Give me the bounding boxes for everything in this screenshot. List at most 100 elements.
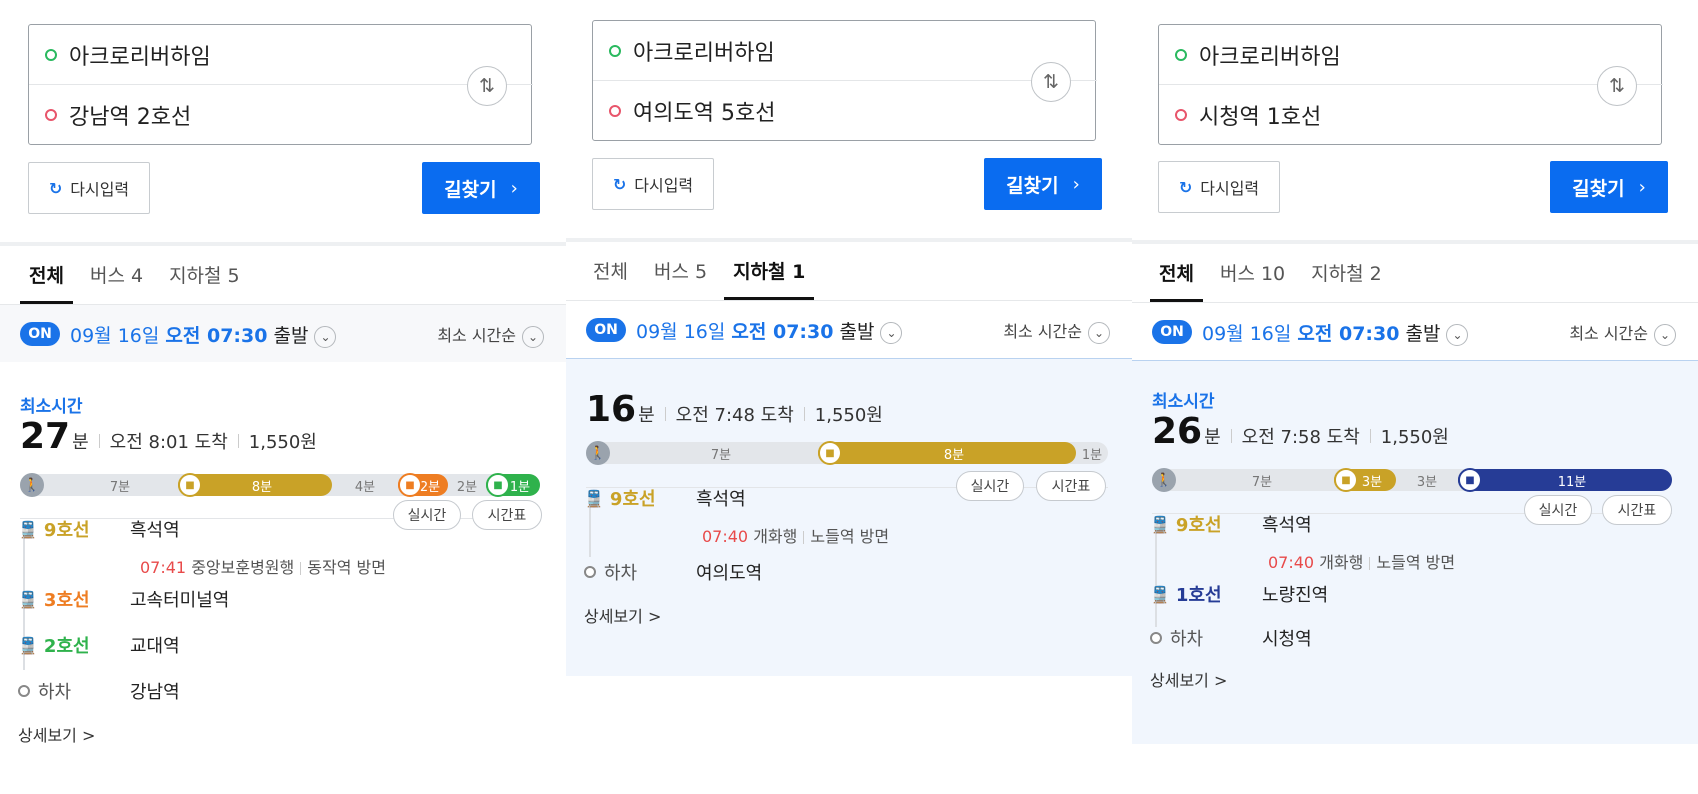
departure-time-selector[interactable]: 09월 16일 오전 07:30 출발 ⌄ — [70, 321, 337, 348]
departure-time-selector[interactable]: 09월 16일 오전 07:30 출발 ⌄ — [1202, 319, 1469, 346]
tab-bus[interactable]: 버스 4 — [81, 248, 152, 304]
station-name: 흑석역 — [696, 489, 746, 510]
refresh-icon: ↻ — [612, 174, 627, 194]
tab-bus[interactable]: 버스 10 — [1211, 246, 1294, 302]
swap-vertical-icon[interactable]: ⇅ — [1597, 66, 1637, 106]
time-text: 오전 07:30 — [731, 321, 834, 343]
route-result[interactable]: 16 분 오전 7:48 도착 1,550원 🚶 7분 ■ 8분 1분 🚆 9호선… — [566, 358, 1132, 676]
line-label: 2호선 — [43, 636, 90, 657]
timetable-button[interactable]: 시간표 — [1036, 471, 1106, 501]
section-separator — [0, 242, 566, 246]
subway-icon: 🚆 — [18, 519, 38, 539]
timetable-button[interactable]: 시간표 — [1602, 495, 1672, 525]
tab-all[interactable]: 전체 — [1150, 246, 1203, 302]
tab-bus[interactable]: 버스 5 — [645, 244, 716, 300]
input-divider — [29, 84, 533, 85]
route-summary: 16 분 오전 7:48 도착 1,550원 — [586, 389, 883, 430]
walk-duration: 2분 — [456, 479, 478, 495]
tab-all[interactable]: 전체 — [20, 248, 73, 304]
train-direction: 동작역 방면 — [307, 558, 386, 577]
end-dot-icon — [609, 105, 621, 117]
chevron-down-icon: ⌄ — [1654, 323, 1676, 346]
segment-line9: ■ 8분 — [178, 473, 332, 497]
tab-bar: 전체 버스 4 지하철 5 — [20, 248, 257, 304]
station-name: 강남역 — [130, 682, 180, 703]
reset-button[interactable]: ↻ 다시입력 — [592, 158, 714, 210]
time-text: 오전 07:30 — [1297, 323, 1400, 345]
timetable-button[interactable]: 시간표 — [472, 500, 542, 530]
walk-icon: 🚶 — [586, 441, 610, 465]
fastest-label: 최소시간 — [20, 397, 83, 417]
detail-link[interactable]: 상세보기 > — [1150, 667, 1227, 691]
realtime-button[interactable]: 실시간 — [393, 500, 461, 530]
walk-duration: 3분 — [1416, 474, 1438, 490]
arrival-time: 오전 7:48 도착 — [675, 405, 794, 426]
step-alight: 하차 강남역 — [18, 678, 180, 704]
segment-line1: ■ 11분 — [1458, 468, 1672, 492]
sort-selector[interactable]: 최소 시간순 ⌄ — [1003, 318, 1110, 344]
destination-field[interactable]: 강남역 2호선 — [45, 99, 191, 131]
reset-button[interactable]: ↻ 다시입력 — [28, 162, 150, 214]
swap-vertical-icon[interactable]: ⇅ — [1031, 62, 1071, 102]
date-text: 09월 16일 — [1202, 323, 1292, 345]
tab-subway[interactable]: 지하철 5 — [160, 248, 249, 304]
search-label: 길찾기 — [444, 178, 497, 201]
chevron-right-icon: › — [1072, 173, 1080, 195]
realtime-button[interactable]: 실시간 — [956, 471, 1024, 501]
origin-field[interactable]: 아크로리버하임 — [45, 39, 211, 71]
step-line9: 🚆 9호선 흑석역 — [18, 516, 180, 542]
fare: 1,550원 — [814, 405, 883, 426]
route-result[interactable]: 최소시간 27 분 오전 8:01 도착 1,550원 🚶 7분 ■ 8분 4분… — [0, 362, 566, 794]
route-result[interactable]: 최소시간 26 분 오전 7:58 도착 1,550원 🚶 7분 ■ 3분 3분… — [1132, 360, 1698, 744]
start-dot-icon — [45, 49, 57, 61]
swap-vertical-icon[interactable]: ⇅ — [467, 66, 507, 106]
tab-all[interactable]: 전체 — [584, 244, 637, 300]
search-route-button[interactable]: 길찾기 › — [1550, 161, 1668, 213]
sort-label: 최소 시간순 — [437, 326, 516, 345]
alight-label: 하차 — [38, 682, 72, 703]
segment-duration: 11분 — [1557, 474, 1587, 490]
tab-subway[interactable]: 지하철 1 — [724, 244, 815, 300]
origin-text: 아크로리버하임 — [633, 41, 775, 66]
train-info: 07:40 개화행 노들역 방면 — [1268, 549, 1455, 573]
destination-field[interactable]: 여의도역 5호선 — [609, 95, 775, 127]
chevron-down-icon: ⌄ — [314, 325, 337, 348]
departure-bar: ON 09월 16일 오전 07:30 출발 ⌄ 최소 시간순 ⌄ — [1132, 302, 1698, 360]
on-toggle[interactable]: ON — [586, 318, 626, 342]
search-route-button[interactable]: 길찾기 › — [422, 162, 540, 214]
route-panel-3: 아크로리버하임 시청역 1호선 ⇅ ↻ 다시입력 길찾기 › 전체 버스 10 … — [1132, 0, 1698, 794]
total-minutes: 27 — [20, 416, 71, 457]
reset-button[interactable]: ↻ 다시입력 — [1158, 161, 1280, 213]
realtime-button[interactable]: 실시간 — [1524, 495, 1592, 525]
on-toggle[interactable]: ON — [20, 322, 60, 346]
on-toggle[interactable]: ON — [1152, 320, 1192, 344]
refresh-icon: ↻ — [48, 178, 63, 198]
destination-field[interactable]: 시청역 1호선 — [1175, 99, 1321, 131]
date-text: 09월 16일 — [636, 321, 726, 343]
origin-field[interactable]: 아크로리버하임 — [1175, 39, 1341, 71]
step-line1: 🚆 1호선 노량진역 — [1150, 581, 1328, 607]
route-connector-line — [589, 505, 591, 557]
sort-selector[interactable]: 최소 시간순 ⌄ — [1569, 320, 1676, 346]
step-line9: 🚆 9호선 흑석역 — [1150, 511, 1312, 537]
walk-duration: 7분 — [1251, 474, 1273, 490]
station-name: 고속터미널역 — [130, 590, 230, 611]
route-input-box: 아크로리버하임 시청역 1호선 ⇅ — [1158, 24, 1663, 145]
step-line3: 🚆 3호선 고속터미널역 — [18, 586, 229, 612]
detail-link[interactable]: 상세보기 > — [584, 603, 661, 627]
segment-line2: ■ 1분 — [486, 473, 540, 497]
walk-icon: 🚶 — [20, 473, 44, 497]
departure-time-selector[interactable]: 09월 16일 오전 07:30 출발 ⌄ — [636, 317, 903, 344]
detail-link[interactable]: 상세보기 > — [18, 722, 95, 746]
route-input-box: 아크로리버하임 강남역 2호선 ⇅ — [28, 24, 533, 145]
origin-text: 아크로리버하임 — [1199, 45, 1341, 70]
depart-text: 출발 — [1405, 323, 1441, 345]
origin-field[interactable]: 아크로리버하임 — [609, 35, 775, 67]
sort-selector[interactable]: 최소 시간순 ⌄ — [437, 322, 544, 348]
tab-subway[interactable]: 지하철 2 — [1302, 246, 1391, 302]
search-route-button[interactable]: 길찾기 › — [984, 158, 1102, 210]
chevron-down-icon: ⌄ — [1446, 323, 1469, 346]
step-line9: 🚆 9호선 흑석역 — [584, 485, 746, 511]
line-label: 9호선 — [43, 520, 90, 541]
subway-icon: ■ — [818, 441, 842, 465]
